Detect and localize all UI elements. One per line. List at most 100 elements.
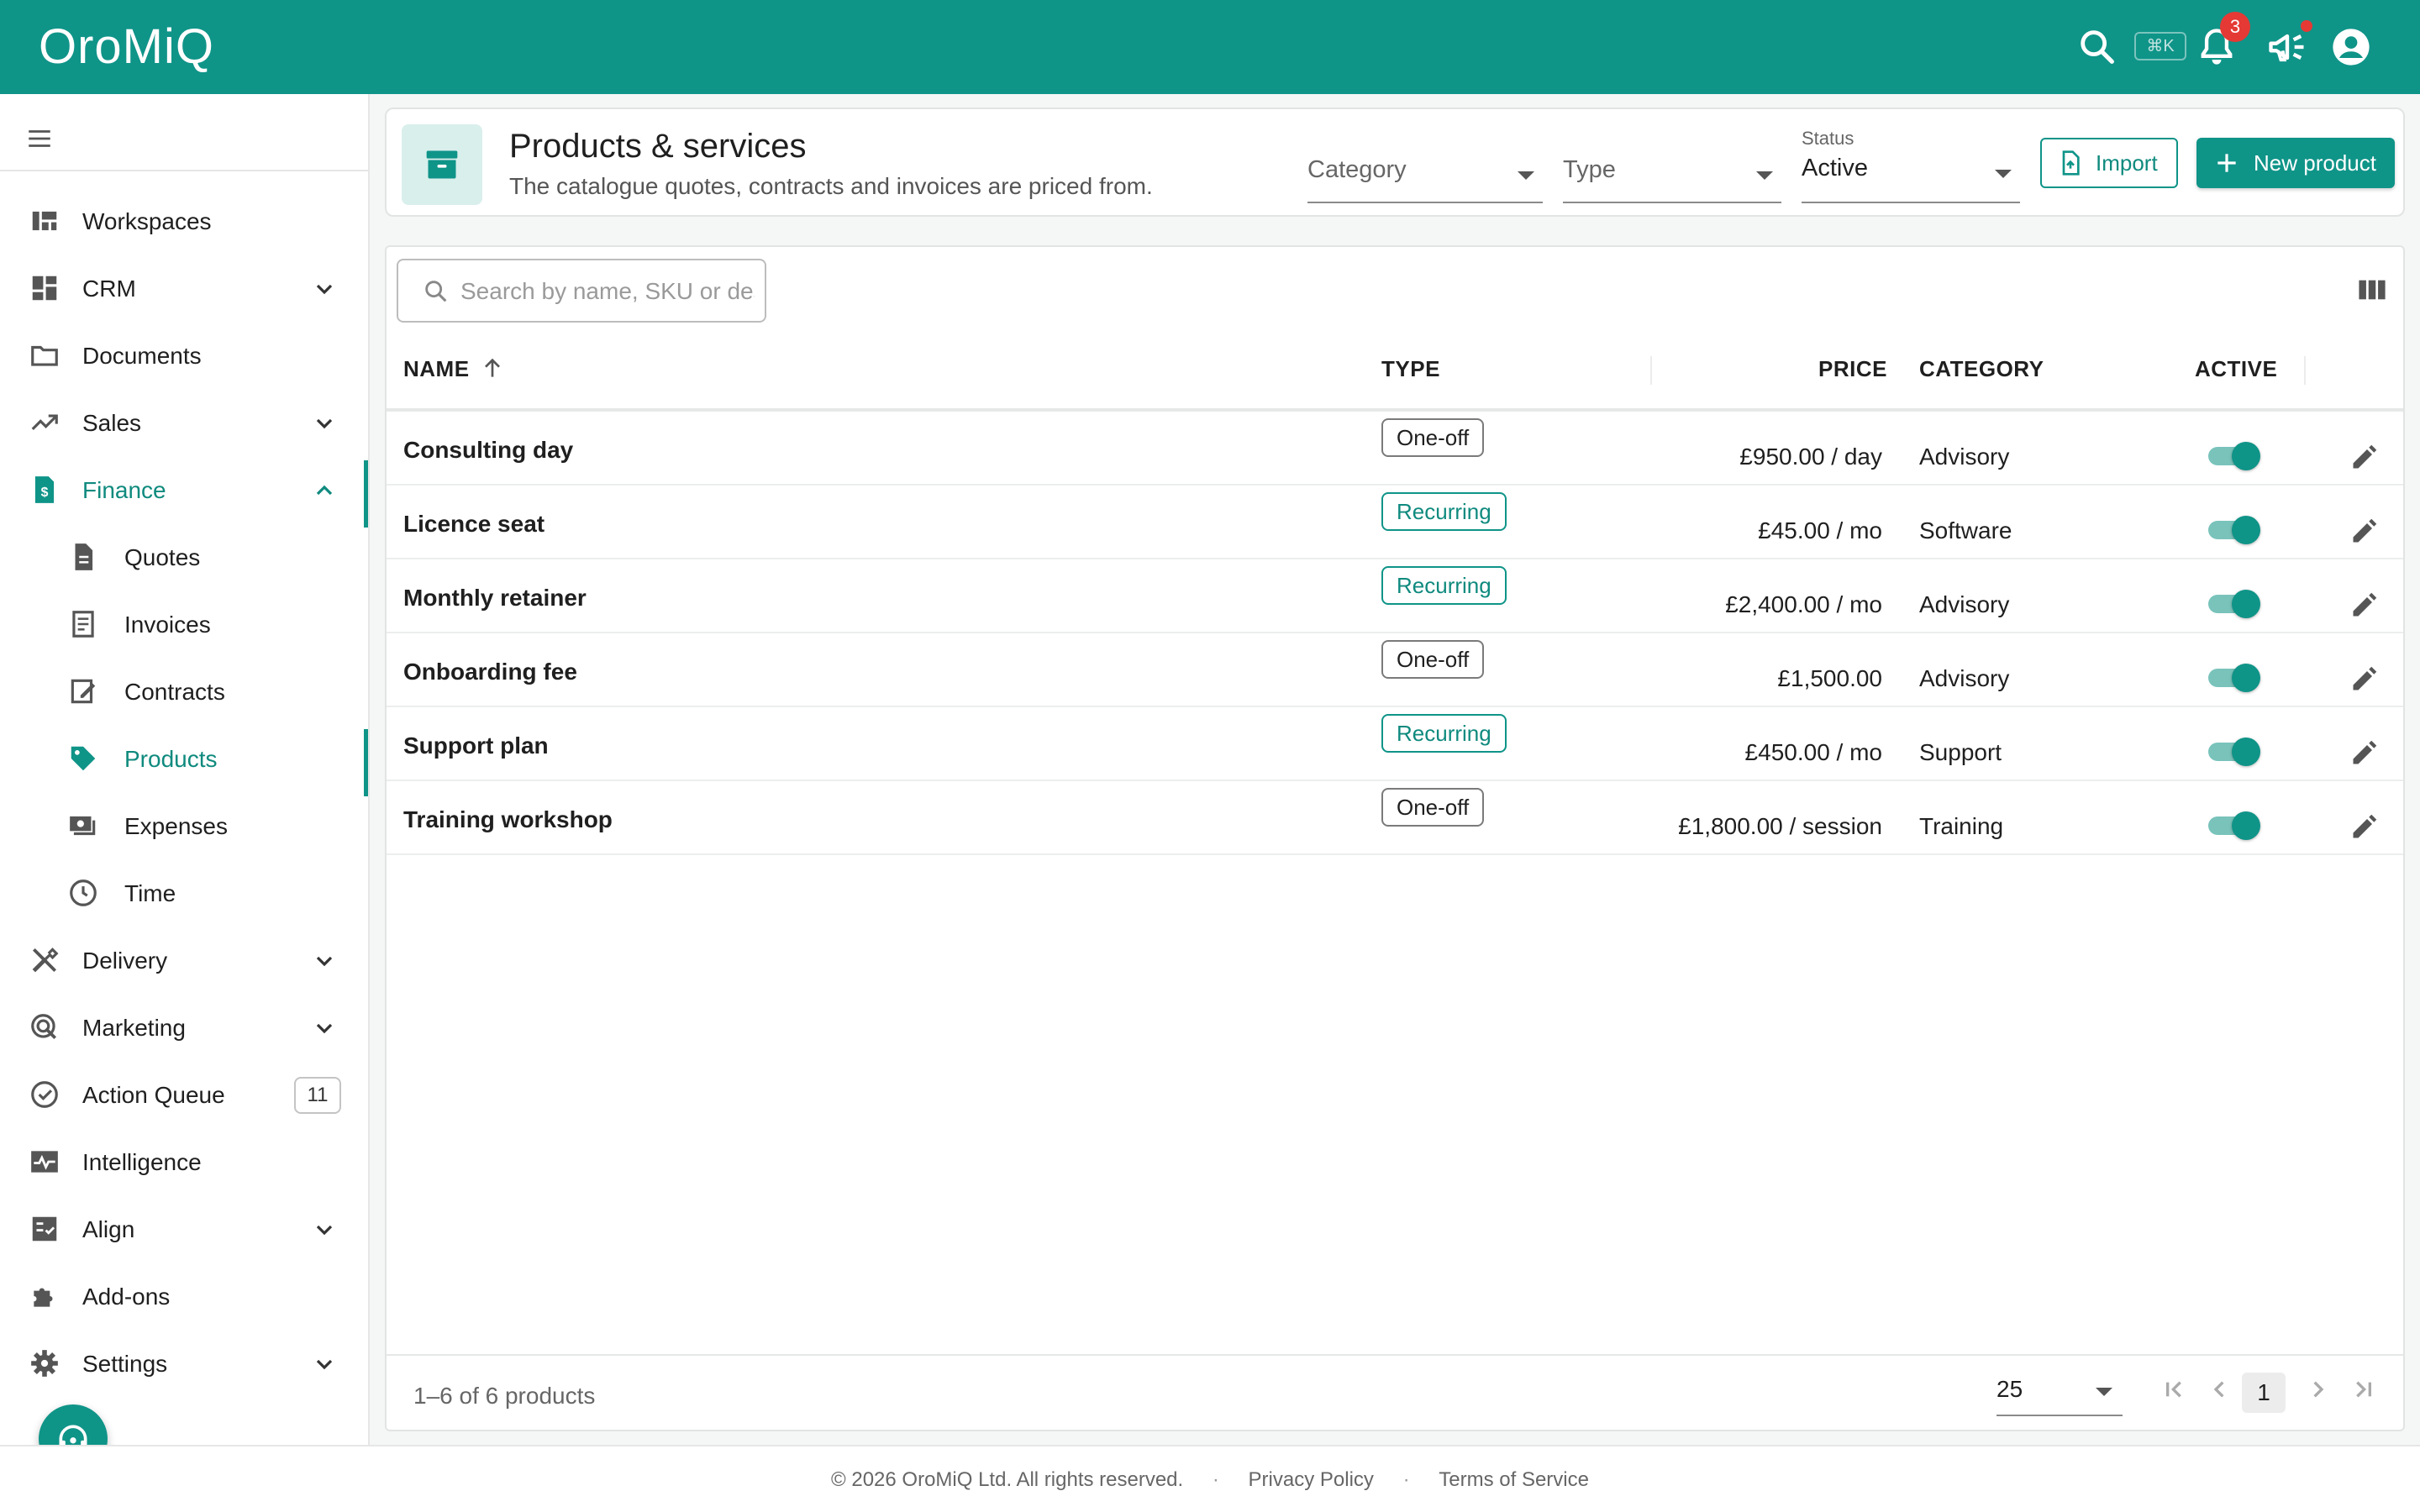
sort-ascending-icon[interactable] — [479, 354, 506, 381]
import-label: Import — [2096, 150, 2158, 176]
active-toggle[interactable] — [2208, 664, 2260, 692]
edit-icon[interactable] — [2349, 811, 2380, 842]
sidebar-item-label: Finance — [82, 477, 166, 503]
sidebar-item-label: Quotes — [124, 544, 201, 570]
edit-icon[interactable] — [2349, 590, 2380, 620]
import-button[interactable]: Import — [2040, 138, 2178, 188]
sidebar-item-time[interactable]: Time — [0, 864, 368, 922]
next-page-icon[interactable] — [2301, 1373, 2334, 1406]
account-icon[interactable] — [2329, 25, 2373, 69]
active-toggle[interactable] — [2208, 442, 2260, 470]
category-filter[interactable]: Category — [1307, 141, 1543, 203]
sidebar-item-products[interactable]: Products — [0, 729, 368, 796]
sidebar-item-workspaces[interactable]: Workspaces — [0, 192, 368, 250]
page-title: Products & services — [509, 128, 807, 165]
sidebar-item-label: Expenses — [124, 813, 228, 839]
menu-icon[interactable] — [25, 124, 54, 153]
current-page-button[interactable]: 1 — [2242, 1373, 2286, 1413]
column-header-price[interactable]: PRICE — [1818, 356, 1887, 382]
sidebar-item-label: Marketing — [82, 1015, 186, 1041]
sidebar-item-contracts[interactable]: Contracts — [0, 662, 368, 721]
columns-icon[interactable] — [2358, 277, 2386, 302]
privacy-policy-link[interactable]: Privacy Policy — [1249, 1468, 1374, 1491]
sidebar-item-label: Workspaces — [82, 208, 212, 234]
column-header-name[interactable]: NAME — [403, 356, 470, 382]
megaphone-icon[interactable] — [2265, 25, 2309, 69]
sidebar-item-label: Align — [82, 1216, 135, 1242]
terms-of-service-link[interactable]: Terms of Service — [1439, 1468, 1589, 1491]
new-product-button[interactable]: New product — [2196, 138, 2395, 188]
table-row[interactable]: Onboarding fee One-off £1,500.00 Advisor… — [387, 633, 2403, 707]
sidebar-item-label: Action Queue — [82, 1082, 225, 1108]
status-filter[interactable]: Status Active — [1802, 128, 2020, 203]
chevron-down-icon[interactable] — [311, 276, 338, 302]
table-row[interactable]: Licence seat Recurring £45.00 / mo Softw… — [387, 486, 2403, 559]
type-filter-placeholder: Type — [1563, 156, 1616, 183]
active-toggle[interactable] — [2208, 811, 2260, 840]
pulse-icon — [31, 1151, 58, 1173]
chevron-down-icon[interactable] — [311, 1015, 338, 1042]
product-category: Training — [1919, 813, 2004, 839]
column-header-active[interactable]: ACTIVE — [2195, 356, 2277, 382]
sidebar-item-invoices[interactable]: Invoices — [0, 595, 368, 654]
chevron-down-icon[interactable] — [311, 948, 338, 974]
sidebar-item-sales[interactable]: Sales — [0, 393, 368, 452]
chevron-up-icon[interactable] — [311, 477, 338, 504]
table-row[interactable]: Consulting day One-off £950.00 / day Adv… — [387, 412, 2403, 486]
edit-icon[interactable] — [2349, 738, 2380, 768]
sidebar-item-label: Documents — [82, 343, 202, 369]
invoice-icon — [72, 611, 94, 638]
edit-icon[interactable] — [2349, 664, 2380, 694]
active-toggle[interactable] — [2208, 738, 2260, 766]
type-filter[interactable]: Type — [1563, 141, 1781, 203]
edit-icon[interactable] — [2349, 442, 2380, 472]
product-name: Consulting day — [403, 437, 574, 463]
table-row[interactable]: Support plan Recurring £450.00 / mo Supp… — [387, 707, 2403, 781]
sidebar-item-marketing[interactable]: Marketing — [0, 998, 368, 1057]
search-icon — [425, 281, 447, 302]
active-indicator — [364, 460, 368, 528]
active-toggle[interactable] — [2208, 516, 2260, 544]
edit-icon[interactable] — [2349, 516, 2380, 546]
search-box[interactable] — [397, 259, 766, 323]
table-footer-divider — [387, 1354, 2403, 1356]
sidebar-item-intelligence[interactable]: Intelligence — [0, 1132, 368, 1191]
sidebar-item-add-ons[interactable]: Add-ons — [0, 1267, 368, 1326]
sidebar-item-quotes[interactable]: Quotes — [0, 528, 368, 586]
sidebar-divider — [0, 170, 368, 171]
product-price: £1,800.00 / session — [1678, 813, 1882, 839]
chevron-down-icon[interactable] — [311, 1216, 338, 1243]
app-logo[interactable]: OroMiQ — [39, 18, 214, 75]
search-icon[interactable] — [2075, 25, 2119, 69]
sidebar-item-finance[interactable]: $ Finance — [0, 460, 368, 528]
target-icon — [31, 1014, 57, 1040]
dashboard-icon — [32, 276, 57, 301]
file-upload-icon — [2062, 150, 2080, 176]
sidebar-item-delivery[interactable]: Delivery — [0, 931, 368, 990]
chevron-down-icon[interactable] — [311, 410, 338, 437]
last-page-icon[interactable] — [2346, 1373, 2380, 1406]
type-chip: Recurring — [1381, 492, 1507, 531]
top-app-bar: OroMiQ ⌘K 3 — [0, 0, 2420, 94]
search-input[interactable] — [460, 276, 755, 307]
product-category: Advisory — [1919, 665, 2010, 691]
chevron-down-icon[interactable] — [311, 1351, 338, 1378]
active-toggle[interactable] — [2208, 590, 2260, 618]
column-header-category[interactable]: CATEGORY — [1919, 356, 2044, 382]
announcement-dot — [2301, 20, 2312, 32]
rows-per-page-select[interactable]: 25 — [1996, 1369, 2123, 1416]
sidebar-item-expenses[interactable]: Expenses — [0, 796, 368, 855]
previous-page-icon[interactable] — [2203, 1373, 2237, 1406]
document-icon — [75, 543, 93, 570]
type-chip: One-off — [1381, 418, 1485, 457]
column-header-type[interactable]: TYPE — [1381, 356, 1440, 382]
table-row[interactable]: Monthly retainer Recurring £2,400.00 / m… — [387, 559, 2403, 633]
sidebar-item-align[interactable]: Align — [0, 1200, 368, 1258]
sidebar-item-documents[interactable]: Documents — [0, 326, 368, 385]
table-row[interactable]: Training workshop One-off £1,800.00 / se… — [387, 781, 2403, 855]
clock-icon — [70, 879, 97, 906]
sidebar-item-crm[interactable]: CRM — [0, 259, 368, 318]
sidebar-item-settings[interactable]: Settings — [0, 1334, 368, 1393]
sidebar-item-action-queue[interactable]: Action Queue 11 — [0, 1065, 368, 1124]
first-page-icon[interactable] — [2158, 1373, 2191, 1406]
